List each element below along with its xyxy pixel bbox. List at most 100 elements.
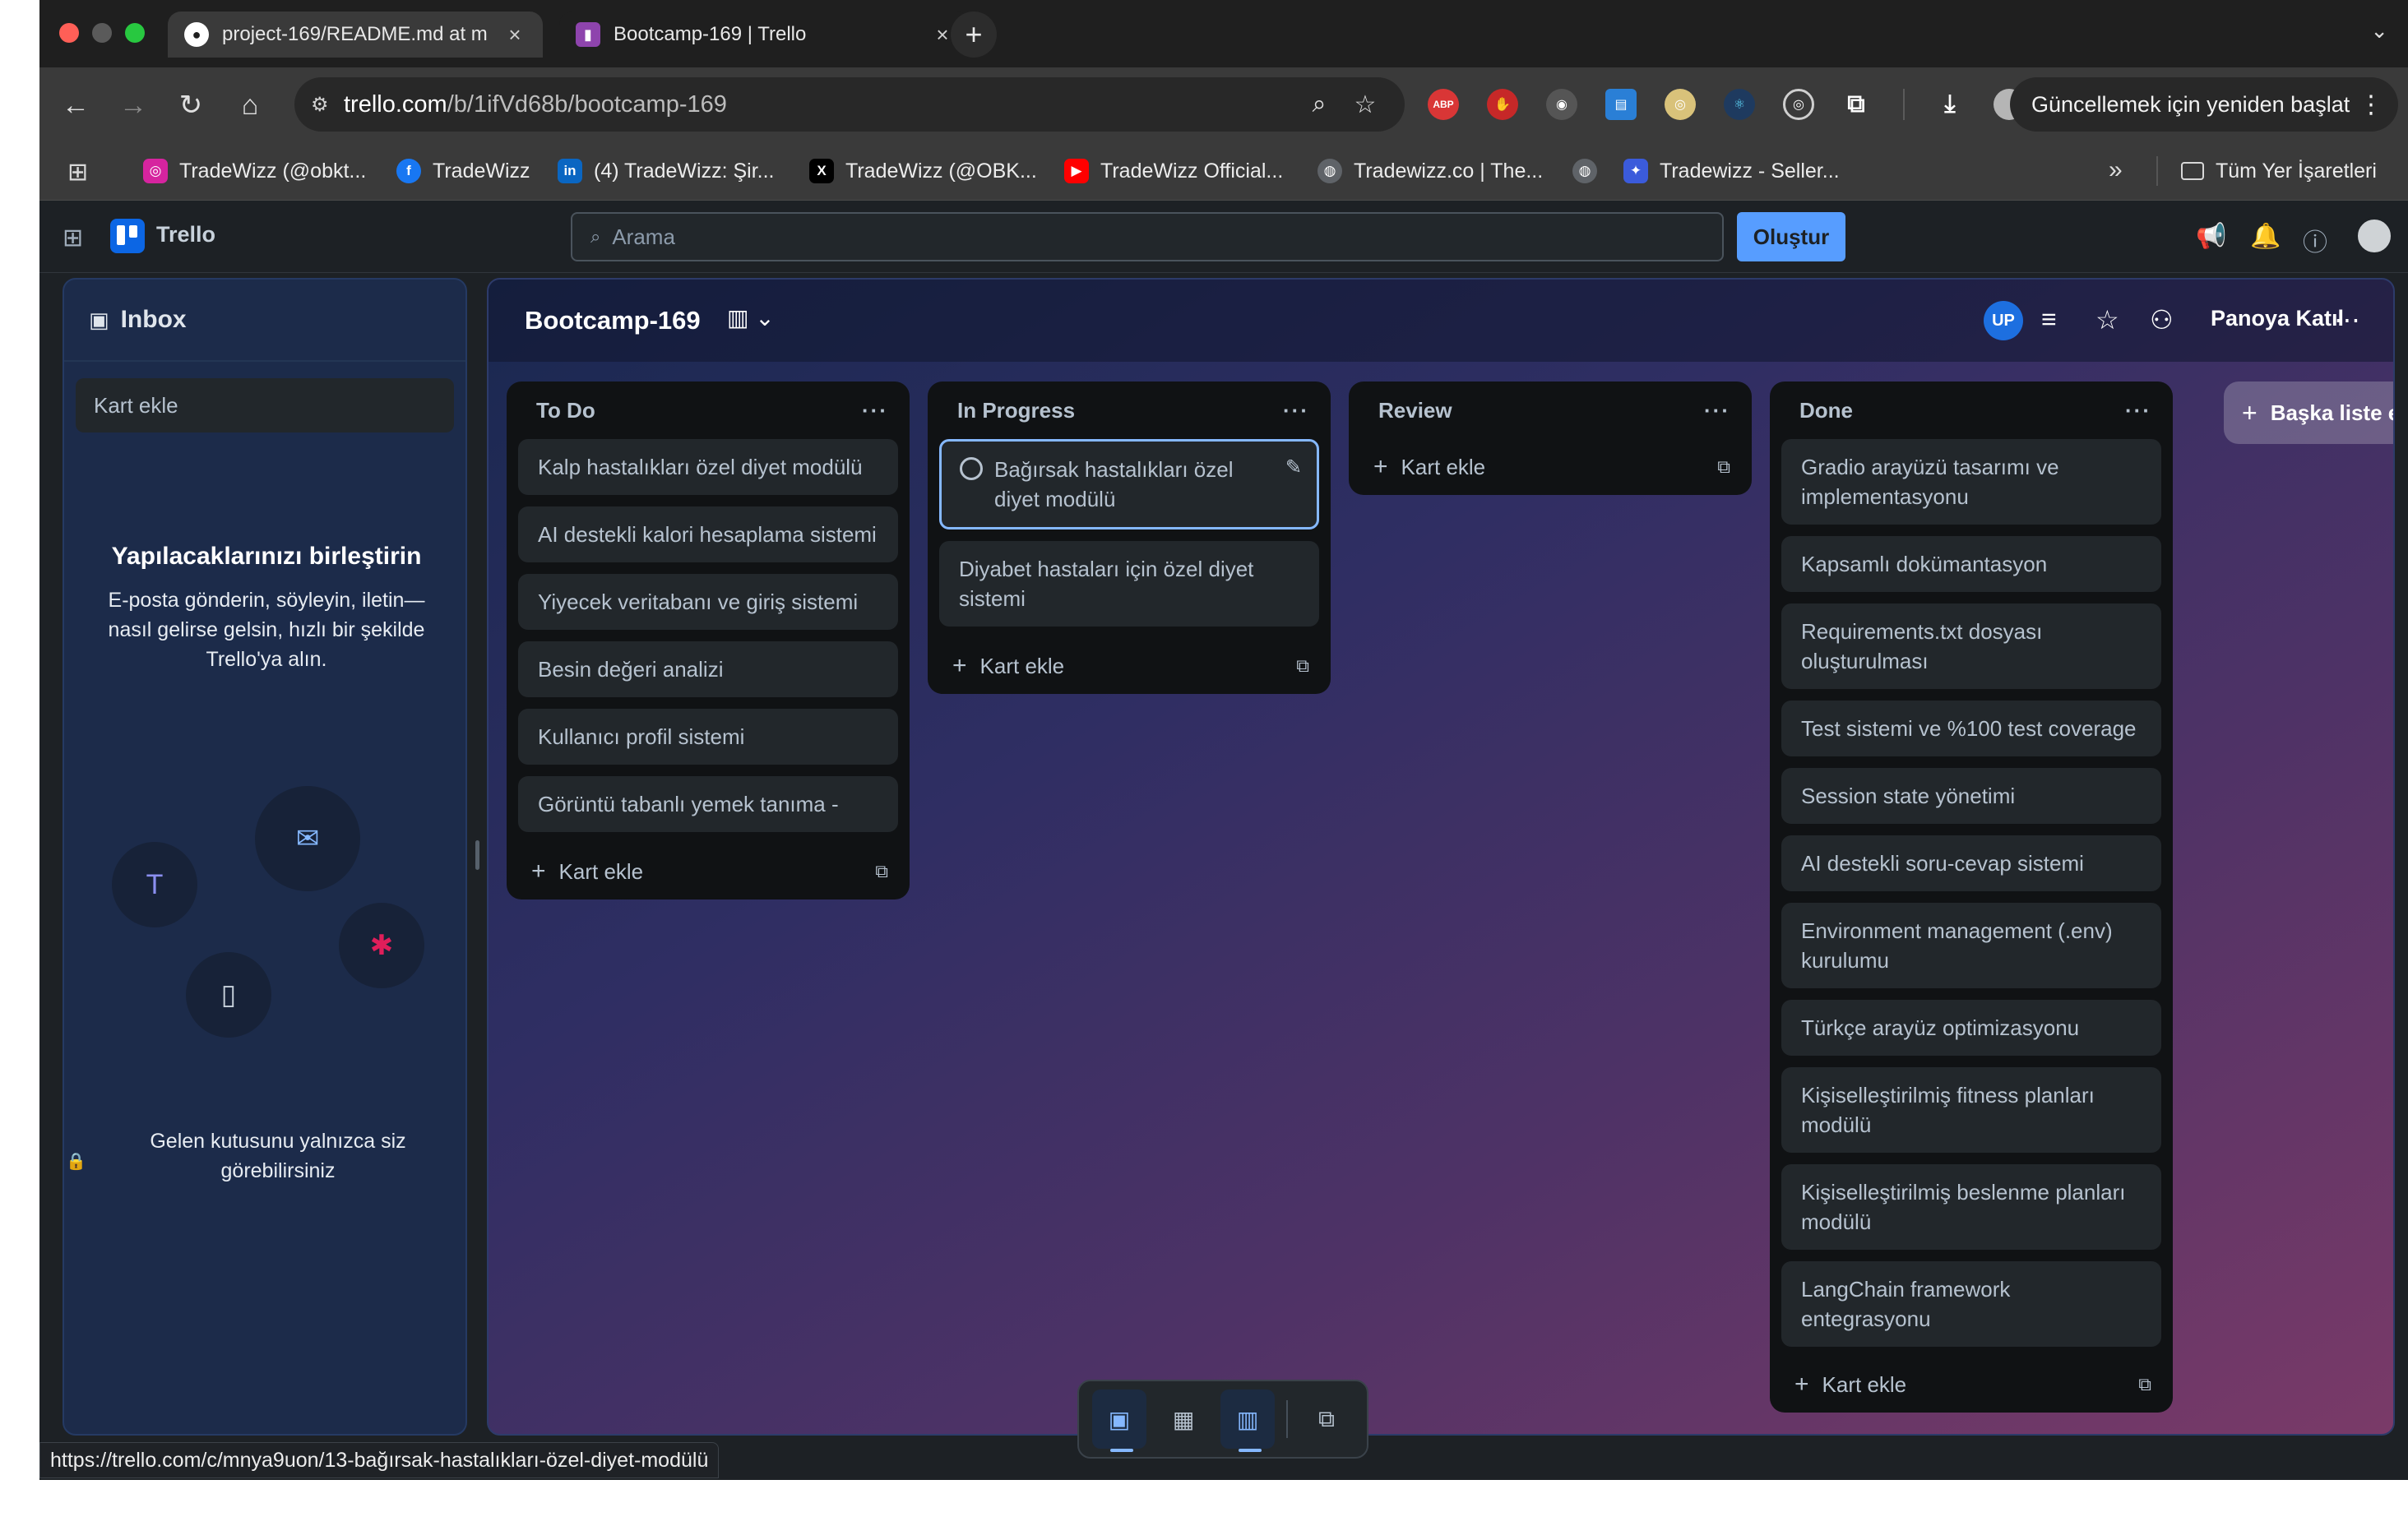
list-title[interactable]: Review (1378, 398, 1452, 423)
bookmark-item[interactable]: X TradeWizz (@OBK... (809, 158, 1037, 184)
edit-pencil-icon[interactable]: ✎ (1285, 453, 1302, 483)
shell-extension-icon[interactable]: ◎ (1665, 89, 1696, 120)
list-menu-icon[interactable]: ··· (2125, 398, 2151, 423)
card[interactable]: Yiyecek veritabanı ve giriş sistemi (518, 574, 898, 630)
join-board-button[interactable]: Panoya Katıl (2211, 306, 2344, 331)
card[interactable]: Session state yönetimi (1781, 768, 2161, 824)
extensions-puzzle-icon[interactable]: ⧉ (1841, 89, 1872, 120)
card[interactable]: Türkçe arayüz optimizasyonu (1781, 1000, 2161, 1056)
print-extension-icon[interactable]: ▤ (1605, 89, 1637, 120)
board-view-switcher[interactable]: ▥ ⌄ (727, 304, 775, 331)
panel-resize-handle[interactable] (475, 840, 479, 870)
help-icon[interactable]: ⓘ (2303, 222, 2327, 258)
add-card-button[interactable]: + Kart ekle ⧉ (928, 638, 1331, 694)
bookmark-item[interactable]: in (4) TradeWizz: Şir... (558, 158, 774, 184)
card[interactable]: AI destekli soru-cevap sistemi (1781, 835, 2161, 891)
tab-search-chevron-icon[interactable]: ⌄ (2370, 18, 2388, 44)
reload-icon[interactable]: ↻ (171, 86, 211, 125)
close-window-button[interactable] (59, 23, 79, 43)
address-bar[interactable]: ⚙ trello.com/b/1ifVd68b/bootcamp-169 ⌕ ☆ (294, 77, 1405, 132)
list-title[interactable]: In Progress (957, 398, 1075, 423)
bookmark-item[interactable]: ✦ Tradewizz - Seller... (1623, 158, 1840, 184)
more-horizontal-icon[interactable]: ⋯ (2334, 304, 2360, 335)
bookmark-item[interactable]: ▶ TradeWizz Official... (1064, 158, 1283, 184)
more-bookmarks-chevron-icon[interactable]: » (2109, 156, 2123, 184)
url-text[interactable]: trello.com/b/1ifVd68b/bootcamp-169 (344, 91, 1296, 118)
complete-checkbox[interactable] (960, 457, 983, 480)
card[interactable]: Görüntü tabanlı yemek tanıma - (518, 776, 898, 832)
tab-trello-board[interactable]: ▮ Bootcamp-169 | Trello × (559, 12, 970, 58)
all-bookmarks-folder[interactable]: Tüm Yer İşaretleri (2181, 158, 2377, 184)
card[interactable]: Environment management (.env) kurulumu (1781, 903, 2161, 988)
apps-grid-icon[interactable]: ⊞ (67, 158, 88, 187)
card[interactable]: Kişiselleştirilmiş fitness planları modü… (1781, 1067, 2161, 1153)
download-icon[interactable]: ⤓ (1934, 89, 1966, 120)
calendar-icon[interactable]: ▦ (1156, 1390, 1211, 1449)
card[interactable]: Requirements.txt dosyası oluşturulması (1781, 603, 2161, 689)
add-card-button[interactable]: + Kart ekle ⧉ (1349, 439, 1752, 495)
list-cards-scroll[interactable]: Gradio arayüzü tasarımı ve implementasyo… (1770, 439, 2173, 1357)
trello-logo-icon[interactable] (110, 219, 145, 253)
add-card-button[interactable]: + Kart ekle ⧉ (1770, 1357, 2173, 1413)
bookmark-item[interactable]: f TradeWizz (396, 158, 530, 184)
bookmark-item[interactable]: ◍ (1572, 158, 1609, 184)
tab-github-readme[interactable]: ● project-169/README.md at m × (168, 12, 543, 58)
list-header[interactable]: In Progress ··· (928, 382, 1331, 439)
list-title[interactable]: Done (1799, 398, 1853, 423)
hand-extension-icon[interactable]: ✋ (1487, 89, 1518, 120)
bookmark-star-icon[interactable]: ☆ (1342, 90, 1388, 119)
card[interactable]: Kalp hastalıkları özel diyet modülü (518, 439, 898, 495)
megaphone-icon[interactable]: 📢 (2196, 222, 2226, 251)
zoom-icon[interactable]: ⌕ (1296, 90, 1342, 118)
create-button[interactable]: Oluştur (1737, 212, 1845, 261)
list-menu-icon[interactable]: ··· (862, 398, 888, 423)
list-header[interactable]: Done ··· (1770, 382, 2173, 439)
card[interactable]: Gradio arayüzü tasarımı ve implementasyo… (1781, 439, 2161, 525)
list-header[interactable]: Review ··· (1349, 382, 1752, 439)
minimize-window-button[interactable] (92, 23, 112, 43)
card-template-icon[interactable]: ⧉ (1296, 655, 1309, 677)
app-switcher-icon[interactable]: ⊞ (63, 224, 83, 252)
forward-icon[interactable]: → (113, 86, 153, 125)
card-hovered[interactable]: Bağırsak hastalıkları özel diyet modülü … (939, 439, 1319, 529)
trello-wordmark[interactable]: Trello (156, 222, 215, 247)
home-icon[interactable]: ⌂ (230, 86, 270, 125)
camera-extension-icon[interactable]: ◉ (1546, 89, 1577, 120)
visibility-people-icon[interactable]: ⚇ (2150, 304, 2174, 335)
notifications-bell-icon[interactable]: 🔔 (2250, 222, 2281, 251)
switch-boards-icon[interactable]: ⧉ (1299, 1390, 1354, 1449)
board-title[interactable]: Bootcamp-169 (525, 306, 701, 335)
star-icon[interactable]: ☆ (2095, 304, 2119, 335)
bookmark-item[interactable]: ◎ TradeWizz (@obkt... (143, 158, 366, 184)
card[interactable]: Kişiselleştirilmiş beslenme planları mod… (1781, 1164, 2161, 1250)
list-menu-icon[interactable]: ··· (1704, 398, 1730, 423)
more-vert-icon[interactable]: ⋮ (2359, 90, 2383, 119)
card[interactable]: Diyabet hastaları için özel diyet sistem… (939, 541, 1319, 627)
site-settings-icon[interactable]: ⚙ (311, 93, 344, 117)
inbox-toggle-icon[interactable]: ▣ (1092, 1390, 1147, 1452)
target-extension-icon[interactable]: ◎ (1783, 89, 1814, 120)
list-menu-icon[interactable]: ··· (1283, 398, 1309, 423)
list-title[interactable]: To Do (536, 398, 595, 423)
card-template-icon[interactable]: ⧉ (875, 861, 888, 882)
adblock-icon[interactable]: ABP (1428, 89, 1459, 120)
avatar[interactable] (2355, 217, 2393, 255)
inbox-add-card-input[interactable]: Kart ekle (76, 378, 454, 432)
card[interactable]: Kullanıcı profil sistemi (518, 709, 898, 765)
card-template-icon[interactable]: ⧉ (1717, 456, 1730, 478)
member-avatar[interactable]: UP (1984, 301, 2023, 340)
board-toggle-icon[interactable]: ▥ (1220, 1390, 1276, 1452)
maximize-window-button[interactable] (125, 23, 145, 43)
add-another-list-button[interactable]: + Başka liste ekle (2224, 382, 2393, 444)
card[interactable]: Besin değeri analizi (518, 641, 898, 697)
new-tab-button[interactable]: + (951, 12, 997, 58)
card[interactable]: AI destekli kalori hesaplama sistemi (518, 506, 898, 562)
react-devtools-icon[interactable]: ⚛ (1724, 89, 1755, 120)
card[interactable]: Test sistemi ve %100 test coverage (1781, 701, 2161, 756)
back-icon[interactable]: ← (56, 86, 95, 125)
card[interactable]: Kapsamlı dokümantasyon (1781, 536, 2161, 592)
card[interactable]: LangChain framework entegrasyonu (1781, 1261, 2161, 1347)
list-header[interactable]: To Do ··· (507, 382, 910, 439)
search-input[interactable]: ⌕ Arama (571, 212, 1724, 261)
bookmark-item[interactable]: ◍ Tradewizz.co | The... (1317, 158, 1543, 184)
